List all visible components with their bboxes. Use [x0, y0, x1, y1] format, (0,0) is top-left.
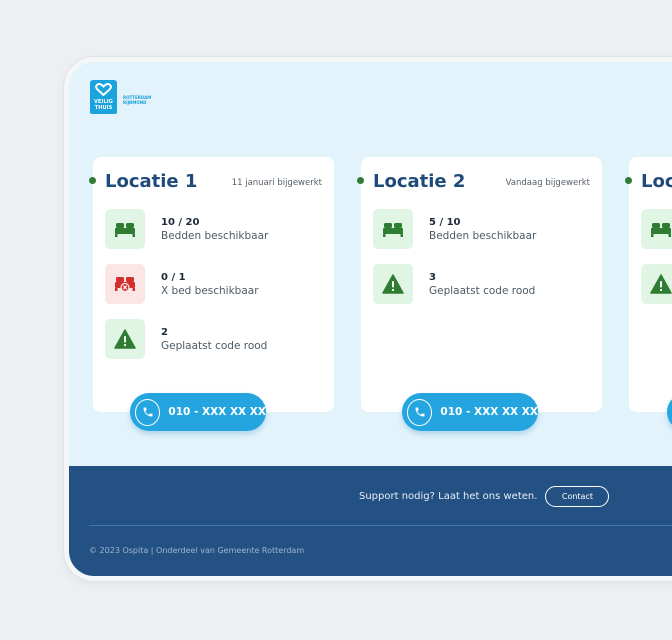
heart-house-icon [95, 83, 112, 96]
stat-label: Bedden beschikbaar [161, 229, 269, 242]
veilig-thuis-logo[interactable]: VEILIG THUIS ROTTERDAM RIJNMOND [90, 80, 151, 114]
card-header: Locatie 2 Vandaag bijgewerkt [357, 171, 602, 192]
phone-icon [407, 398, 433, 426]
location-title: Locatie 3 [641, 171, 672, 192]
warning-icon [373, 264, 413, 304]
logo-badge-line2: THUIS [94, 105, 113, 111]
status-dot [357, 177, 364, 184]
location-card: Locatie 3 [625, 157, 672, 412]
phone-number: 010 - XXX XX XX [440, 406, 538, 418]
updated-label: 11 januari bijgewerkt [231, 178, 322, 188]
stat-label: X bed beschikbaar [161, 284, 259, 297]
location-title: Locatie 1 [105, 171, 198, 192]
footer: Support nodig? Laat het ons weten. Conta… [69, 466, 672, 576]
logo-wordmark: ROTTERDAM RIJNMOND [123, 95, 151, 105]
bed-icon [105, 209, 145, 249]
bed-x-icon [105, 264, 145, 304]
stat-value: 5 / 10 [429, 216, 461, 228]
logo-badge: VEILIG THUIS [90, 80, 117, 114]
stat-beds: 5 / 10 Bedden beschikbaar [373, 209, 536, 249]
phone-icon [135, 398, 161, 426]
stat-code-rood: 2 Geplaatst code rood [105, 319, 267, 359]
app-screen: VEILIG THUIS ROTTERDAM RIJNMOND Locatie … [69, 62, 672, 576]
stat-value: 10 / 20 [161, 216, 200, 228]
status-dot [89, 177, 96, 184]
call-location-1-button[interactable]: 010 - XXX XX XX [130, 393, 266, 431]
stat-value: 2 [161, 326, 168, 338]
phone-number: 010 - XXX XX XX [168, 406, 266, 418]
stat-value: 3 [429, 271, 436, 283]
stat-label: Geplaatst code rood [429, 284, 536, 297]
card-header: Locatie 1 11 januari bijgewerkt [89, 171, 334, 192]
stat-x-bed: 0 / 1 X bed beschikbaar [105, 264, 259, 304]
stat-code-rood [641, 264, 672, 304]
stat-label: Bedden beschikbaar [429, 229, 537, 242]
location-title: Locatie 2 [373, 171, 466, 192]
bed-icon [641, 209, 672, 249]
stat-code-rood: 3 Geplaatst code rood [373, 264, 535, 304]
card-header: Locatie 3 [625, 171, 672, 192]
bed-icon [373, 209, 413, 249]
stat-beds: 10 / 20 Bedden beschikbaar [105, 209, 268, 249]
updated-label: Vandaag bijgewerkt [505, 178, 590, 188]
contact-button[interactable]: Contact [545, 486, 610, 507]
stat-value: 0 / 1 [161, 271, 186, 283]
device-frame: VEILIG THUIS ROTTERDAM RIJNMOND Locatie … [64, 57, 672, 581]
logo-name-line2: RIJNMOND [123, 100, 147, 105]
call-location-2-button[interactable]: 010 - XXX XX XX [402, 393, 538, 431]
warning-icon [641, 264, 672, 304]
stat-beds [641, 209, 672, 249]
location-card: Locatie 1 11 januari bijgewerkt 10 / 20 … [89, 157, 334, 412]
footer-divider [89, 525, 672, 526]
support-text: Support nodig? Laat het ons weten. [359, 491, 538, 502]
copyright-text: © 2023 Ospita | Onderdeel van Gemeente R… [89, 546, 305, 555]
warning-icon [105, 319, 145, 359]
status-dot [625, 177, 632, 184]
stat-label: Geplaatst code rood [161, 339, 268, 352]
location-card: Locatie 2 Vandaag bijgewerkt 5 / 10 Bedd… [357, 157, 602, 412]
support-row: Support nodig? Laat het ons weten. Conta… [359, 486, 610, 507]
